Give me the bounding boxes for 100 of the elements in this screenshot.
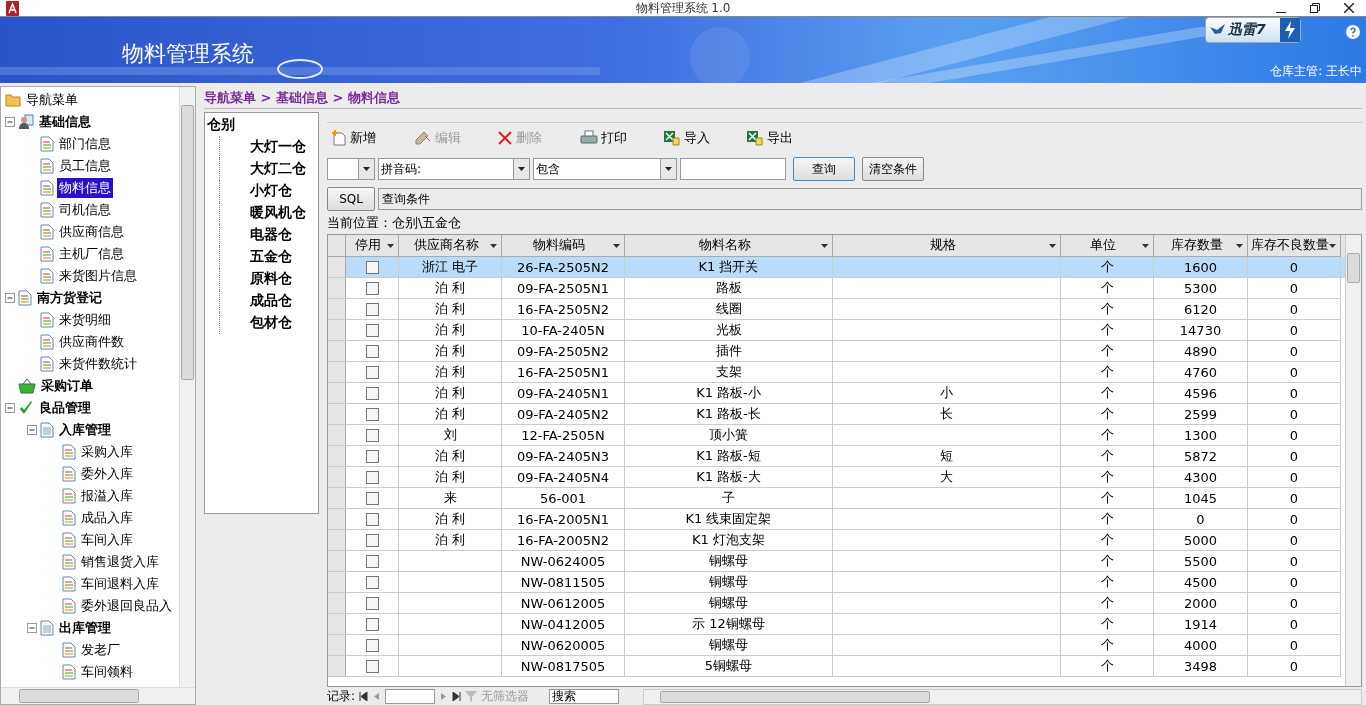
tree-item[interactable]: 销售退货入库	[79, 552, 161, 572]
tree-item[interactable]: 电器仓	[250, 226, 292, 244]
tree-item[interactable]: 部门信息	[57, 134, 113, 154]
tree-root[interactable]: 仓别	[207, 116, 316, 136]
condition-field[interactable]: 查询条件	[378, 188, 1362, 210]
tree-item[interactable]: 司机信息	[57, 200, 113, 220]
row-selector[interactable]	[328, 362, 346, 383]
checkbox[interactable]	[365, 449, 379, 463]
checkbox[interactable]	[365, 302, 379, 316]
collapse-toggle[interactable]	[27, 425, 37, 435]
first-record-icon[interactable]	[359, 692, 369, 701]
tree-item[interactable]: 主机厂信息	[57, 244, 126, 264]
tree-item[interactable]: 委外入库	[79, 464, 135, 484]
checkbox[interactable]	[365, 512, 379, 526]
toolbar-button[interactable]: 新增	[327, 128, 410, 147]
tree-item[interactable]: 来货件数统计	[57, 354, 139, 374]
row-selector[interactable]	[328, 299, 346, 320]
tree-item[interactable]: 出库管理	[57, 618, 113, 638]
horizontal-scrollbar[interactable]	[643, 688, 1362, 705]
tree-item[interactable]: 成品入库	[79, 508, 135, 528]
tree-item[interactable]: 供应商件数	[57, 332, 126, 352]
row-selector[interactable]	[328, 488, 346, 509]
row-selector[interactable]	[328, 593, 346, 614]
row-selector[interactable]	[328, 467, 346, 488]
tree-item[interactable]: 入库管理	[57, 420, 113, 440]
tree-item[interactable]: 原料仓	[250, 270, 292, 288]
checkbox[interactable]	[365, 323, 379, 337]
tree-item[interactable]: 来货明细	[57, 310, 113, 330]
tree-item[interactable]: 采购入库	[79, 442, 135, 462]
checkbox[interactable]	[365, 260, 379, 274]
tree-item[interactable]: 包材仓	[250, 314, 292, 332]
tree-item[interactable]: 成品仓	[250, 292, 292, 310]
checkbox[interactable]	[365, 470, 379, 484]
vertical-scrollbar[interactable]	[1345, 235, 1361, 686]
row-selector[interactable]	[328, 257, 346, 278]
clear-button[interactable]: 清空条件	[862, 157, 924, 181]
search-button[interactable]: 查询	[793, 157, 855, 181]
checkbox[interactable]	[365, 428, 379, 442]
tree-item[interactable]: 南方货登记	[35, 288, 104, 308]
collapse-toggle[interactable]	[5, 403, 15, 413]
tree-item[interactable]: 大灯二仓	[250, 160, 306, 178]
row-selector[interactable]	[328, 404, 346, 425]
checkbox[interactable]	[365, 575, 379, 589]
tree-item[interactable]: 报溢入库	[79, 486, 135, 506]
tree-item[interactable]: 车间退料入库	[79, 574, 161, 594]
tree-item[interactable]: 车间入库	[79, 530, 135, 550]
row-selector[interactable]	[328, 572, 346, 593]
tree-item[interactable]: 大灯一仓	[250, 138, 306, 156]
toolbar-button[interactable]: 打印	[576, 128, 659, 147]
collapse-toggle[interactable]	[27, 623, 37, 633]
tree-item[interactable]: 供应商信息	[57, 222, 126, 242]
row-selector[interactable]	[328, 635, 346, 656]
checkbox[interactable]	[365, 281, 379, 295]
table-row[interactable]: 浙江 电子 26-FA-2505N2 K1 挡开关 个 1600 0	[328, 257, 1345, 278]
checkbox[interactable]	[365, 386, 379, 400]
checkbox[interactable]	[365, 638, 379, 652]
collapse-toggle[interactable]	[5, 293, 15, 303]
checkbox[interactable]	[365, 617, 379, 631]
tree-item[interactable]: 小灯仓	[250, 182, 292, 200]
tree-item[interactable]: 采购订单	[39, 376, 95, 396]
checkbox[interactable]	[365, 407, 379, 421]
tree-item[interactable]: 良品管理	[37, 398, 93, 418]
help-icon[interactable]	[1346, 25, 1360, 39]
row-selector[interactable]	[328, 551, 346, 572]
input-field[interactable]	[680, 158, 786, 180]
tree-item[interactable]: 五金仓	[250, 248, 292, 266]
tree-item[interactable]: 来货图片信息	[57, 266, 139, 286]
checkbox[interactable]	[365, 659, 379, 673]
record-field[interactable]	[385, 689, 436, 704]
collapse-toggle[interactable]	[5, 117, 15, 127]
horizontal-scrollbar[interactable]	[1, 687, 195, 704]
row-selector[interactable]	[328, 509, 346, 530]
tree-item[interactable]: 车间领料	[79, 662, 135, 682]
row-selector[interactable]	[328, 341, 346, 362]
row-selector[interactable]	[328, 446, 346, 467]
download-badge[interactable]: 迅雷7	[1205, 17, 1301, 43]
last-record-icon[interactable]	[452, 692, 462, 701]
toolbar-button[interactable]: 导入	[659, 128, 742, 147]
row-selector[interactable]	[328, 278, 346, 299]
vertical-scrollbar[interactable]	[179, 87, 195, 687]
checkbox[interactable]	[365, 554, 379, 568]
tree-item[interactable]: 员工信息	[57, 156, 113, 176]
toolbar-button[interactable]: 导出	[742, 128, 825, 147]
checkbox[interactable]	[365, 344, 379, 358]
checkbox[interactable]	[365, 533, 379, 547]
tree-item[interactable]: 委外退回良品入	[79, 596, 174, 616]
row-selector[interactable]	[328, 656, 346, 677]
tree-root[interactable]: 导航菜单	[24, 90, 80, 110]
checkbox[interactable]	[365, 596, 379, 610]
row-selector[interactable]	[328, 383, 346, 404]
checkbox[interactable]	[365, 365, 379, 379]
checkbox[interactable]	[365, 491, 379, 505]
row-selector[interactable]	[328, 320, 346, 341]
dropdown[interactable]: 拼音码:	[378, 158, 530, 180]
tree-item[interactable]: 物料信息	[57, 178, 113, 198]
tree-item[interactable]: 基础信息	[37, 112, 93, 132]
tree-item[interactable]: 发老厂	[79, 640, 122, 660]
dropdown[interactable]	[327, 158, 375, 180]
dropdown[interactable]: 包含	[533, 158, 677, 180]
row-selector[interactable]	[328, 530, 346, 551]
